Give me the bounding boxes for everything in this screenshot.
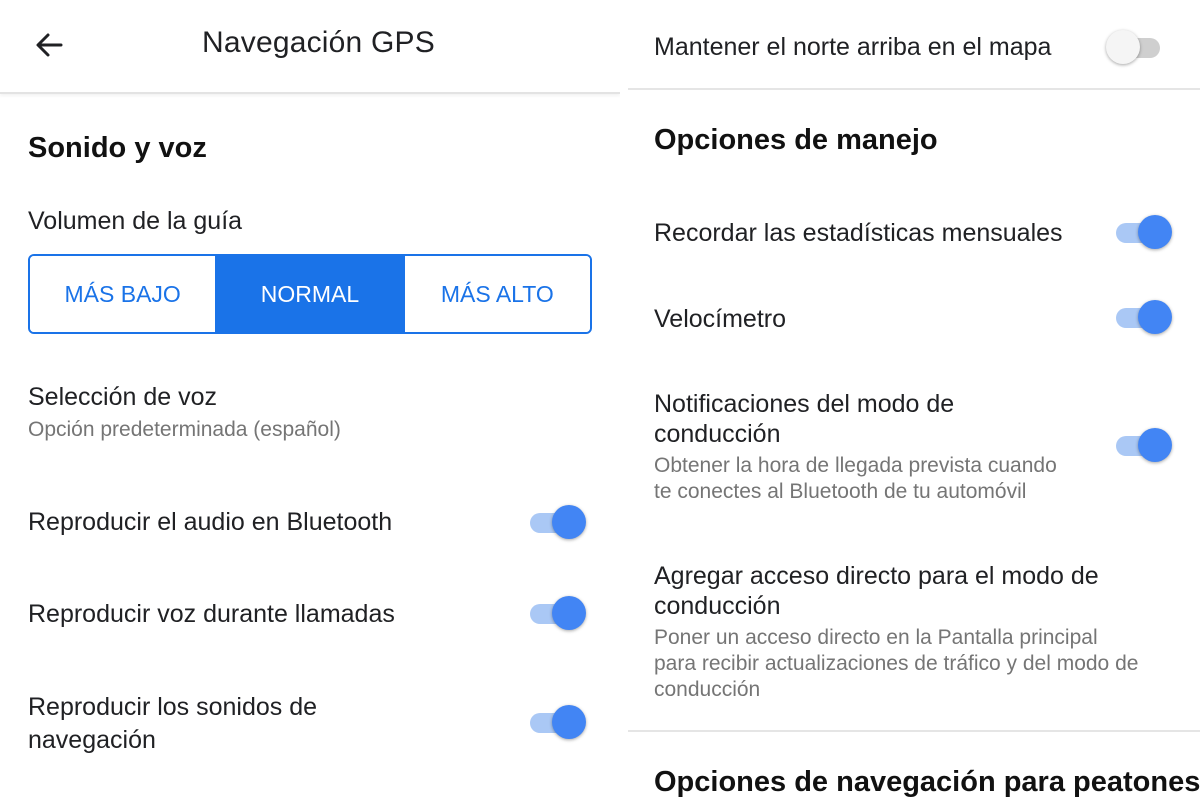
north-up-label: Mantener el norte arriba en el mapa [654, 33, 1052, 61]
driving-shortcut-title-line1: Agregar acceso directo para el modo de [654, 562, 1099, 590]
divider [628, 730, 1200, 732]
voice-selection-title: Selección de voz [28, 383, 218, 411]
speedometer-toggle[interactable] [1114, 297, 1174, 337]
voice-during-calls-label: Reproducir voz durante llamadas [28, 600, 395, 628]
driving-shortcut-sub-line1: Poner un acceso directo en la Pantalla p… [654, 626, 1098, 649]
arrow-back-icon [36, 33, 63, 57]
volume-label: Volumen de la guía [28, 207, 243, 235]
toggle-thumb [552, 505, 586, 539]
section-title-driving: Opciones de manejo [654, 124, 938, 156]
driving-notifications-toggle[interactable] [1114, 425, 1174, 465]
toggle-thumb [1138, 428, 1172, 462]
navigation-sounds-label: Reproducir los sonidos de navegación [28, 692, 317, 755]
page-title: Navegación GPS [202, 26, 435, 59]
driving-notifications-title-line2: conducción [654, 420, 781, 448]
driving-shortcut-title-line2: conducción [654, 592, 781, 620]
driving-notifications-item: Notificaciones del modo de conducción Ob… [654, 389, 1057, 505]
section-title-sound-voice: Sonido y voz [28, 132, 207, 164]
voice-during-calls-toggle[interactable] [528, 593, 588, 633]
bluetooth-audio-label: Reproducir el audio en Bluetooth [28, 508, 393, 536]
navigation-sounds-toggle[interactable] [528, 702, 588, 742]
speedometer-label: Velocímetro [654, 305, 787, 333]
driving-shortcut-sub-line2: para recibir actualizaciones de tráfico … [654, 652, 1139, 675]
volume-segmented-control: MÁS BAJO NORMAL MÁS ALTO [28, 254, 592, 334]
left-settings-panel: Navegación GPS Sonido y voz Volumen de l… [0, 0, 620, 800]
right-settings-panel: Mantener el norte arriba en el mapa Opci… [628, 0, 1200, 800]
volume-option-normal[interactable]: NORMAL [215, 256, 403, 332]
voice-selection-item[interactable]: Selección de voz Opción predeterminada (… [28, 382, 341, 443]
toggle-thumb [552, 705, 586, 739]
driving-notifications-title-line1: Notificaciones del modo de [654, 390, 955, 418]
north-up-toggle[interactable] [1106, 27, 1166, 67]
navigation-sounds-label-line2: navegación [28, 726, 156, 754]
toggle-thumb [1138, 215, 1172, 249]
monthly-stats-toggle[interactable] [1114, 212, 1174, 252]
back-button[interactable] [30, 26, 68, 64]
driving-shortcut-item[interactable]: Agregar acceso directo para el modo de c… [654, 561, 1138, 703]
section-title-walking: Opciones de navegación para peatones [654, 766, 1200, 798]
toggle-thumb [1138, 300, 1172, 334]
volume-option-higher[interactable]: MÁS ALTO [402, 256, 590, 332]
divider [628, 88, 1200, 90]
app-bar: Navegación GPS [0, 0, 620, 94]
voice-selection-subtitle: Opción predeterminada (español) [28, 418, 341, 441]
volume-option-lower[interactable]: MÁS BAJO [30, 256, 216, 332]
toggle-thumb [1106, 30, 1140, 64]
driving-notifications-sub-line2: te conectes al Bluetooth de tu automóvil [654, 480, 1027, 503]
monthly-stats-label: Recordar las estadísticas mensuales [654, 219, 1063, 247]
bluetooth-audio-toggle[interactable] [528, 502, 588, 542]
driving-notifications-sub-line1: Obtener la hora de llegada prevista cuan… [654, 454, 1057, 477]
toggle-thumb [552, 596, 586, 630]
navigation-sounds-label-line1: Reproducir los sonidos de [28, 693, 318, 721]
driving-shortcut-sub-line3: conducción [654, 678, 761, 701]
